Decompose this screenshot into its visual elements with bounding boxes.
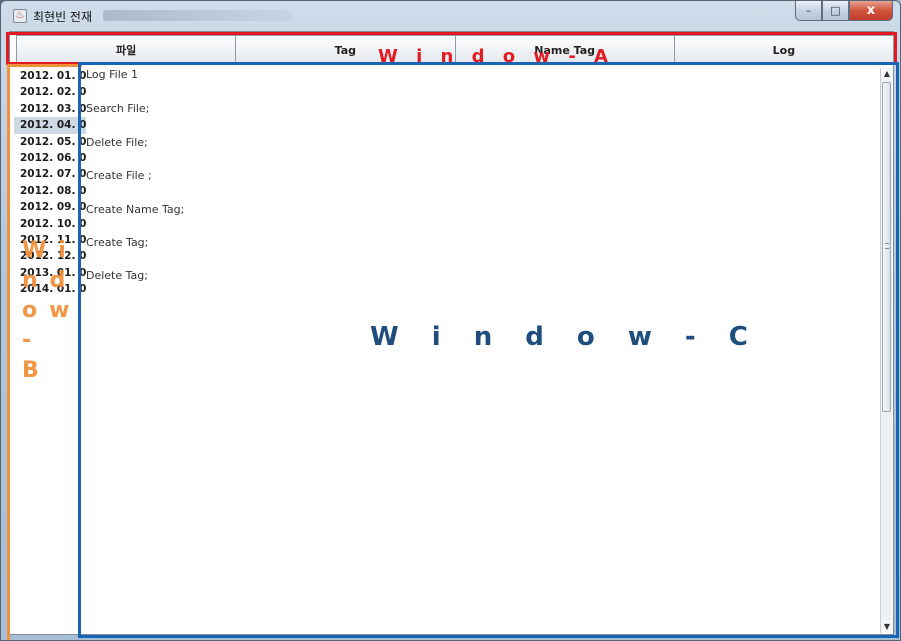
maximize-button[interactable]: □ xyxy=(822,1,849,21)
scroll-grip-icon xyxy=(885,243,889,249)
background-window-title-ghost xyxy=(103,10,293,21)
date-list-item[interactable]: 2012. 01. 01 xyxy=(14,68,94,84)
tab-log[interactable]: Log xyxy=(675,36,893,64)
log-line: Create Name Tag; xyxy=(86,203,185,216)
close-button[interactable]: x xyxy=(849,1,893,21)
vertical-scrollbar[interactable]: ▲ ▼ xyxy=(880,68,893,633)
scroll-up-icon[interactable]: ▲ xyxy=(881,68,893,80)
annotation-label-window-b: Wi nd ow - B xyxy=(22,238,82,383)
date-list-item[interactable]: 2012. 04. 01 xyxy=(14,117,94,134)
log-line: Delete File; xyxy=(86,136,148,149)
window-controls: – □ x xyxy=(795,1,893,21)
log-line: Delete Tag; xyxy=(86,269,148,282)
tab-file[interactable]: 파일 xyxy=(17,36,237,64)
log-line: Create File ; xyxy=(86,169,152,182)
scroll-down-icon[interactable]: ▼ xyxy=(881,621,893,633)
date-list-item[interactable]: 2012. 08. 01 xyxy=(14,183,94,199)
annotation-label-window-c: W i n d o w - C xyxy=(370,322,760,352)
log-line: Create Tag; xyxy=(86,236,149,249)
date-list-item[interactable]: 2012. 03. 01 xyxy=(14,101,94,117)
minimize-button[interactable]: – xyxy=(795,1,822,21)
date-list-item[interactable]: 2012. 02. 01 xyxy=(14,84,94,100)
date-list-item[interactable]: 2012. 10. 01 xyxy=(14,216,94,232)
title-bar[interactable]: ♨ 최현빈 전재 – □ x xyxy=(1,1,900,31)
annotation-label-window-a: W i n d o w - A xyxy=(378,46,614,67)
date-list-item[interactable]: 2012. 09. 01 xyxy=(14,199,94,215)
application-window: ♨ 최현빈 전재 – □ x 파일 Tag Name Tag Log 2012.… xyxy=(0,0,901,641)
date-list-item[interactable]: 2012. 05. 01 xyxy=(14,134,94,150)
java-app-icon: ♨ xyxy=(13,9,27,23)
date-list-item[interactable]: 2012. 07. 01 xyxy=(14,166,94,182)
log-line: Search File; xyxy=(86,102,150,115)
date-list-item[interactable]: 2012. 06. 01 xyxy=(14,150,94,166)
log-line: Log File 1 xyxy=(86,68,139,81)
scroll-thumb[interactable] xyxy=(882,82,891,412)
window-title: 최현빈 전재 xyxy=(33,10,93,24)
